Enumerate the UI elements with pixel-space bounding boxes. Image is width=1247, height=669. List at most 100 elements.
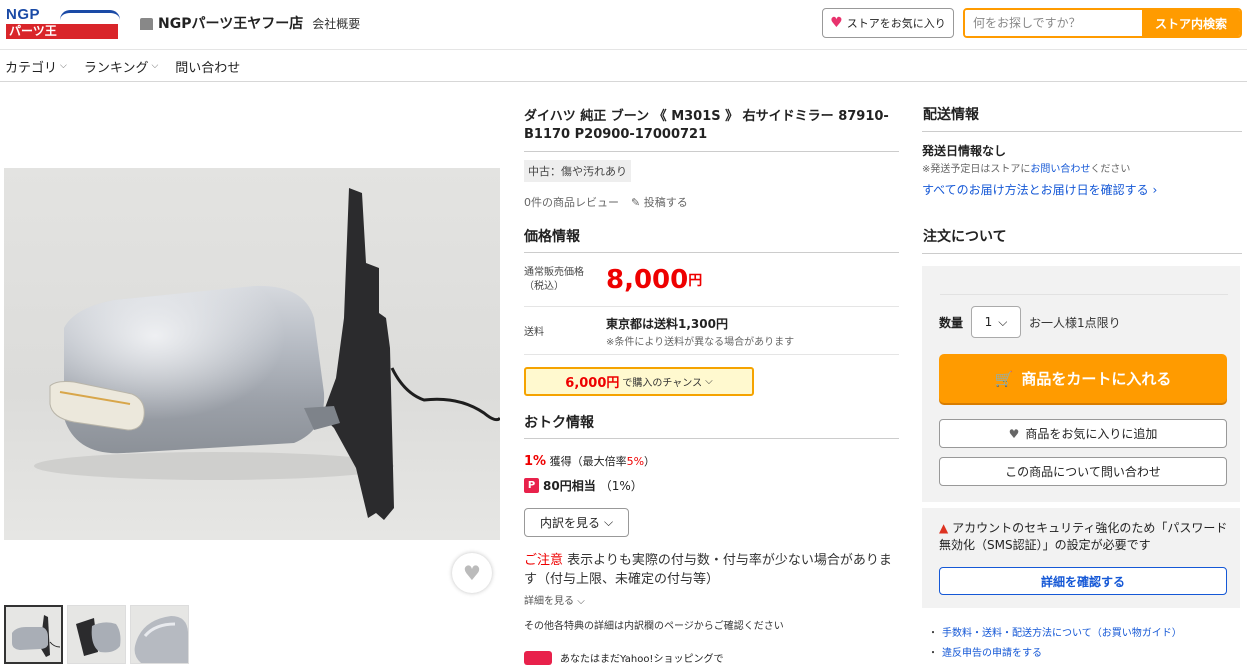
- chevron-right-icon: ›: [1152, 183, 1158, 197]
- points-warning: ご注意 表示よりも実際の付与数・付与率が少ない場合があります（付与上限、未確定の…: [524, 551, 899, 589]
- chance-text: で購入のチャンス: [622, 378, 703, 389]
- security-detail-button[interactable]: 詳細を確認する: [939, 567, 1227, 595]
- product-image[interactable]: [4, 168, 500, 540]
- condition-badge: 中古：傷や汚れあり: [524, 160, 631, 182]
- price-label: 通常販売価格 （税込）: [524, 266, 606, 294]
- product-info: ダイハツ 純正 ブーン 《 M301S 》 右サイドミラー 87910-B117…: [524, 100, 899, 665]
- nav-contact-label: 問い合わせ: [175, 60, 241, 76]
- footer-link-guide-label: 手数料・送料・配送方法について（お買い物ガイド）: [942, 628, 1182, 639]
- nav-contact[interactable]: 問い合わせ: [175, 57, 240, 76]
- thumbnail-mirror-icon: [76, 618, 121, 656]
- purchase-panel: 配送情報 発送日情報なし ※発送予定日はストアにお問い合わせください すべてのお…: [922, 100, 1242, 502]
- chevron-down-icon: ⌵: [603, 515, 614, 529]
- chevron-down-icon: ⌵: [60, 61, 67, 71]
- order-section-title: 注文について: [922, 222, 1242, 254]
- paypay-points: P 80円相当 （1%）: [524, 477, 899, 494]
- paypay-pct: （1%）: [599, 479, 643, 493]
- campaign-banner[interactable]: あなたはまだYahoo!ショッピングで: [524, 650, 899, 665]
- thumbnail-mirror-icon: [12, 615, 61, 657]
- footer-link-report-label: 違反申告の申請をする: [942, 648, 1042, 659]
- purchase-chance-button[interactable]: 6,000円 で購入のチャンス ⌵: [524, 367, 754, 396]
- chevron-down-icon: ⌵: [998, 314, 1008, 329]
- ship-date: 発送日情報なし: [922, 144, 1007, 158]
- quantity-select[interactable]: 1 ⌵: [971, 306, 1022, 338]
- paypay-banner-icon: [524, 650, 552, 665]
- footer-links: ・手数料・送料・配送方法について（お買い物ガイド） ・違反申告の申請をする: [928, 624, 1182, 664]
- security-notice: ▲ アカウントのセキュリティ強化のため「パスワード無効化（SMS認証）」の設定が…: [922, 508, 1240, 608]
- thumbnail-mirror-icon: [134, 616, 188, 663]
- search-input[interactable]: [965, 10, 1142, 36]
- security-message: ▲ アカウントのセキュリティ強化のため「パスワード無効化（SMS認証）」の設定が…: [939, 520, 1229, 554]
- points-pct: 1%: [524, 454, 547, 469]
- pencil-icon: ✎: [631, 196, 641, 209]
- points-rate: 1% 獲得（最大倍率5%）: [524, 453, 899, 469]
- chevron-down-icon: ⌵: [577, 596, 585, 607]
- add-to-cart-button[interactable]: 🛒 商品をカートに入れる: [939, 354, 1227, 403]
- footer-link-guide[interactable]: ・手数料・送料・配送方法について（お買い物ガイド）: [928, 624, 1182, 644]
- all-delivery-methods-link[interactable]: すべてのお届け方法とお届け日を確認する ›: [922, 181, 1242, 198]
- detail-link[interactable]: 詳細を見る ⌵: [524, 592, 899, 607]
- fav-store-button[interactable]: ♥ ストアをお気に入り: [822, 8, 954, 38]
- shipping-label: 送料: [524, 327, 544, 338]
- nav-ranking-label: ランキング: [83, 60, 149, 76]
- footer-link-report[interactable]: ・違反申告の申請をする: [928, 644, 1182, 664]
- points-max-prefix: （最大倍率: [571, 455, 627, 468]
- favorite-heart-button[interactable]: ♥: [452, 553, 492, 593]
- thumbnail-3[interactable]: [130, 605, 189, 664]
- delivery-section-title: 配送情報: [922, 100, 1242, 132]
- detail-link-label: 詳細を見る: [524, 596, 574, 607]
- deals-section-title: おトク情報: [524, 412, 899, 439]
- banner-text: あなたはまだYahoo!ショッピングで: [560, 654, 724, 665]
- points-info: 1% 獲得（最大倍率5%） P 80円相当 （1%）: [524, 453, 899, 494]
- price-label-line2: （税込）: [524, 280, 564, 292]
- points-gain: 獲得: [549, 455, 572, 468]
- chance-price: 6,000円: [565, 376, 620, 391]
- warning-heading: ご注意: [524, 553, 564, 568]
- paypay-icon: P: [524, 478, 539, 493]
- review-row: 0件の商品レビュー ✎ 投稿する: [524, 194, 899, 210]
- bullet: ・: [928, 628, 938, 639]
- about-link[interactable]: 会社概要: [312, 15, 360, 32]
- review-count[interactable]: 0件の商品レビュー: [524, 194, 619, 210]
- nav-category-label: カテゴリ: [5, 60, 58, 76]
- store-logo[interactable]: NGP パーツ王: [6, 7, 124, 40]
- post-review-label: 投稿する: [643, 196, 688, 209]
- header: NGP パーツ王 NGPパーツ王ヤフー店 会社概要 ♥ ストアをお気に入り スト…: [0, 0, 1247, 50]
- thumbnail-2[interactable]: [67, 605, 126, 664]
- heart-icon: ♥: [830, 15, 843, 31]
- cart-icon: 🛒: [994, 369, 1014, 388]
- price-row: 通常販売価格 （税込） 8,000 円: [524, 253, 899, 307]
- store-name[interactable]: NGPパーツ王ヤフー店: [158, 13, 303, 33]
- ship-note-suffix: ください: [1090, 164, 1131, 175]
- chevron-down-icon: ⌵: [705, 376, 713, 387]
- all-delivery-methods-label: すべてのお届け方法とお届け日を確認する: [922, 183, 1149, 197]
- nav-category[interactable]: カテゴリ ⌵: [5, 57, 67, 76]
- order-divider: [940, 294, 1228, 295]
- shipping-row: 送料 東京都は送料1,300円 ※条件により送料が異なる場合があります: [524, 307, 899, 355]
- price-value: 8,000: [606, 264, 689, 295]
- add-to-cart-label: 商品をカートに入れる: [1021, 370, 1172, 388]
- store-nav: カテゴリ ⌵ ランキング ⌵ 問い合わせ: [0, 51, 1247, 82]
- add-to-favorites-label: 商品をお気に入りに追加: [1025, 427, 1158, 441]
- store-name-area: NGPパーツ王ヤフー店 会社概要: [140, 13, 360, 33]
- logo-swoosh: [60, 10, 120, 20]
- quantity-label: 数量: [939, 315, 964, 330]
- inquiry-link[interactable]: お問い合わせ: [1030, 164, 1090, 175]
- heart-icon: ♥: [1008, 426, 1020, 441]
- post-review-link[interactable]: ✎ 投稿する: [631, 194, 688, 210]
- thumbnail-1[interactable]: [4, 605, 63, 664]
- side-mirror-image: [34, 188, 500, 520]
- search-button[interactable]: ストア内検索: [1142, 10, 1240, 36]
- quantity-row: 数量 1 ⌵ お一人様1点限り: [939, 306, 1121, 338]
- ship-note: ※発送予定日はストアにお問い合わせください: [922, 160, 1242, 175]
- nav-ranking[interactable]: ランキング ⌵: [84, 57, 158, 76]
- add-to-favorites-button[interactable]: ♥ 商品をお気に入りに追加: [939, 419, 1227, 448]
- other-benefits-note: その他各特典の詳細は内訳欄のページからご確認ください: [524, 621, 784, 632]
- points-max-value: 5%: [626, 455, 645, 468]
- paypay-amount: 80円相当: [543, 479, 596, 493]
- product-inquiry-label: この商品について問い合わせ: [1005, 465, 1161, 479]
- breakdown-button[interactable]: 内訳を見る ⌵: [524, 508, 629, 537]
- search-bar: ストア内検索: [963, 8, 1242, 38]
- product-inquiry-button[interactable]: この商品について問い合わせ: [939, 457, 1227, 486]
- warning-icon: ▲: [939, 521, 949, 535]
